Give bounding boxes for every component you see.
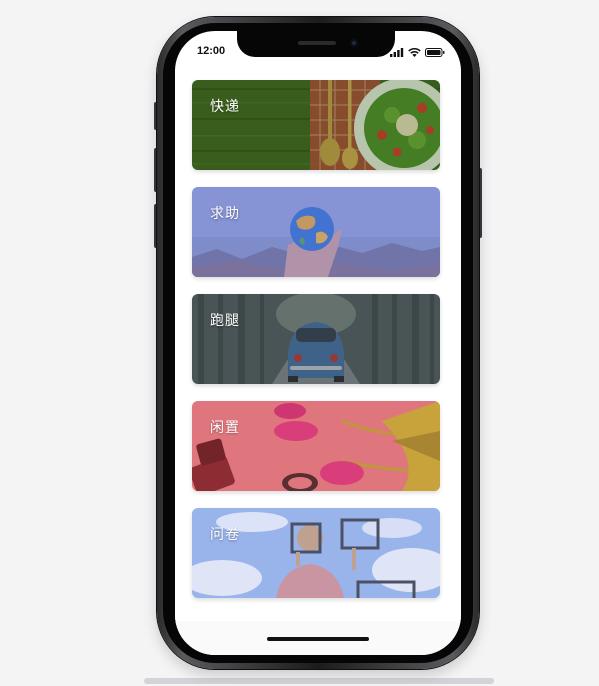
battery-icon — [425, 47, 445, 57]
status-icons — [390, 47, 445, 57]
signal-icon — [390, 47, 404, 57]
phone-screen: 12:00 快递 求助 跑腿 闲置 问卷 — [175, 31, 461, 655]
card-help-label: 求助 — [210, 206, 240, 222]
card-list: 快递 求助 跑腿 闲置 问卷 — [175, 69, 461, 625]
mockup-stage: 12:00 快递 求助 跑腿 闲置 问卷 — [0, 0, 599, 686]
card-idle-label: 闲置 — [210, 420, 240, 436]
card-help[interactable]: 求助 — [192, 187, 440, 277]
speaker-grille — [298, 41, 336, 45]
floor-shadow — [144, 678, 494, 684]
card-errand[interactable]: 跑腿 — [192, 294, 440, 384]
card-express[interactable]: 快递 — [192, 80, 440, 170]
card-idle[interactable]: 闲置 — [192, 401, 440, 491]
front-camera — [350, 39, 358, 47]
card-express-label: 快递 — [210, 99, 240, 115]
card-errand-label: 跑腿 — [210, 313, 240, 329]
status-time: 12:00 — [197, 45, 226, 57]
card-survey-label: 问卷 — [210, 527, 240, 543]
home-indicator-area — [175, 621, 461, 655]
notch — [237, 31, 395, 57]
home-indicator[interactable] — [267, 637, 369, 641]
card-survey[interactable]: 问卷 — [192, 508, 440, 598]
status-bar: 12:00 — [175, 31, 461, 71]
wifi-icon — [408, 47, 421, 57]
